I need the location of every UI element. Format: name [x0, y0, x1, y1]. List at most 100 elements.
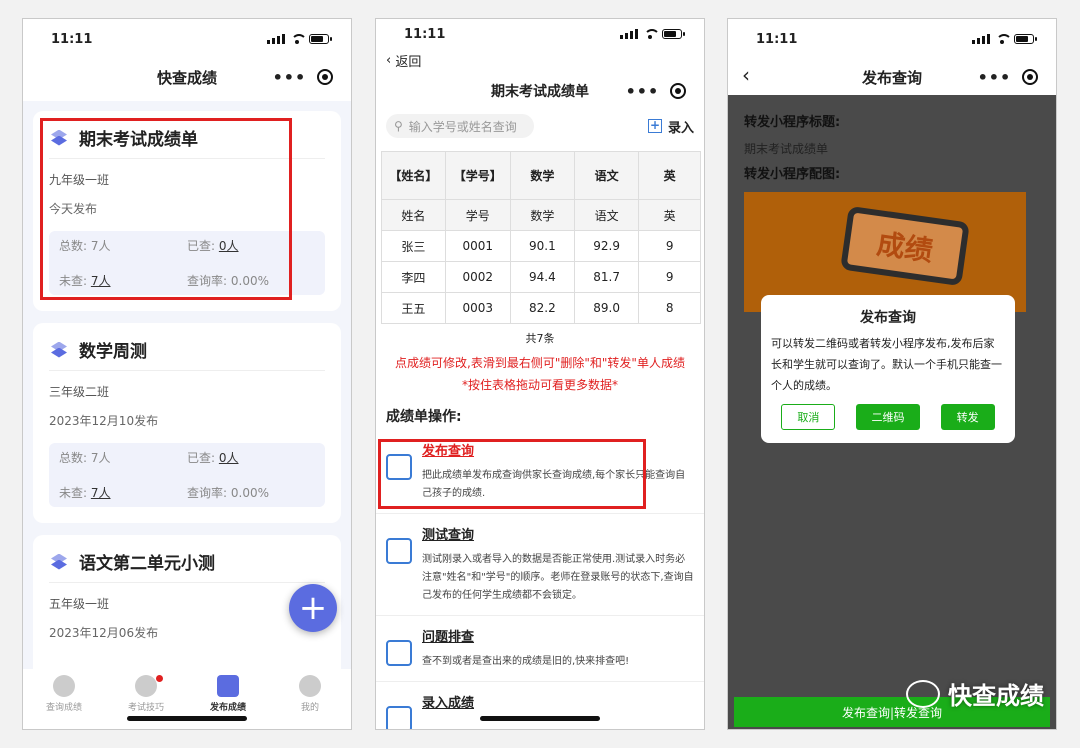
edit-hint: 点成绩可修改,表滑到最右侧可"删除"和"转发"单人成绩 [395, 356, 685, 370]
table-cell[interactable]: 0001 [444, 230, 511, 262]
column-header[interactable]: 【学号】 [444, 151, 511, 200]
test-query-option[interactable]: 测试查询 测试刚录入或者导入的数据是否能正常使用.测试录入时务必注意"姓名"和"学… [376, 514, 704, 616]
back-icon[interactable]: ‹ [742, 63, 750, 87]
add-label: 录入 [667, 120, 694, 136]
tab-query[interactable]: 查询成绩 [29, 675, 99, 729]
table-row: 张三 0001 90.1 92.9 9 [381, 230, 701, 262]
mini-program-capsule: ••• [972, 63, 1044, 91]
watermark-text: 快查成绩 [948, 682, 1044, 710]
layers-icon [49, 553, 69, 570]
table-cell[interactable]: 9 [638, 230, 701, 262]
mini-program-capsule: ••• [620, 77, 692, 105]
book-icon [135, 675, 157, 697]
tab-label: 考试技巧 [127, 703, 164, 713]
status-time: 11:11 [51, 31, 93, 47]
option-title: 测试查询 [422, 528, 475, 543]
status-time: 11:11 [404, 26, 446, 42]
qrcode-button[interactable]: 二维码 [855, 404, 920, 430]
phone-illustration: 成绩 [840, 205, 970, 287]
table-cell[interactable]: 82.2 [509, 292, 576, 324]
wifi-icon [643, 29, 660, 39]
table-cell[interactable]: 王五 [381, 292, 446, 324]
add-button[interactable]: + [289, 584, 337, 632]
table-cell[interactable]: 90.1 [509, 230, 576, 262]
score-table[interactable]: 【姓名】 【学号】 数学 语文 英 姓名 学号 数学 语文英 张三 0001 90.1 92… [376, 141, 701, 324]
more-icon[interactable]: ••• [626, 82, 660, 101]
table-cell[interactable]: 9 [638, 261, 701, 293]
more-icon[interactable]: ••• [978, 68, 1012, 87]
publish-dialog: 发布查询 可以转发二维码或者转发小程序发布,发布后家长和学生就可以查询了。默认一… [761, 295, 1015, 443]
phone-detail: 11:11 ‹ 返回 期末考试成绩单 ••• ⚲ 输入学号或姓名查询 + 录入 【姓… [375, 18, 705, 730]
table-header: 【姓名】 【学号】 数学 语文 英 [381, 151, 701, 200]
close-icon[interactable] [317, 69, 334, 85]
tab-label: 我的 [300, 703, 319, 713]
field-label: 转发小程序标题: [744, 115, 841, 130]
stat-unchecked[interactable]: 7人 [91, 486, 111, 500]
share-image[interactable]: 成绩 [744, 192, 1026, 312]
phone-publish: 11:11 ‹ 发布查询 ••• 转发小程序标题: 期末考试成绩单 转发小程序配… [727, 18, 1057, 730]
rocket-icon [217, 675, 239, 697]
highlight-box [378, 439, 646, 509]
back-label: 返回 [395, 54, 422, 70]
table-cell[interactable]: 92.9 [573, 230, 640, 262]
option-title: 问题排查 [422, 630, 475, 645]
watermark: 快查成绩 [906, 676, 1044, 711]
close-icon[interactable] [670, 83, 687, 99]
search-input[interactable]: ⚲ 输入学号或姓名查询 [386, 114, 534, 138]
field-label: 转发小程序配图: [744, 167, 841, 182]
row-count: 共7条 [525, 332, 555, 345]
tab-label: 查询成绩 [45, 703, 82, 713]
option-desc: 查不到或者是查出来的成绩是旧的,快来排查吧! [422, 656, 630, 667]
table-cell[interactable]: 94.4 [509, 261, 576, 293]
page-title: 发布查询 [861, 68, 922, 87]
layers-icon [49, 341, 69, 358]
wechat-icon [906, 679, 940, 708]
share-button[interactable]: 转发 [940, 404, 995, 430]
status-bar: 11:11 [728, 19, 1056, 59]
table-cell[interactable]: 81.7 [573, 261, 640, 293]
warning-icon [386, 640, 412, 666]
table-cell[interactable]: 89.0 [573, 292, 640, 324]
option-title: 录入成绩 [422, 696, 475, 711]
tab-label: 发布成绩 [209, 703, 246, 713]
troubleshoot-option[interactable]: 问题排查查不到或者是查出来的成绩是旧的,快来排查吧! [376, 616, 704, 682]
dialog-title: 发布查询 [860, 310, 916, 326]
more-icon[interactable]: ••• [273, 68, 307, 87]
add-record-button[interactable]: + 录入 [647, 117, 694, 136]
table-cell[interactable]: 张三 [381, 230, 446, 262]
plus-icon: + [647, 118, 662, 133]
card-class: 三年级二班 [49, 385, 110, 399]
column-header[interactable]: 数学 [509, 151, 576, 200]
highlight-box [40, 118, 292, 300]
search-icon: ⚲ [394, 119, 403, 133]
nav-bar: 快查成绩 ••• [23, 59, 351, 95]
battery-icon [662, 29, 685, 39]
mini-program-capsule: ••• [267, 63, 339, 91]
column-header[interactable]: 英 [638, 151, 701, 200]
stat-checked[interactable]: 0人 [219, 451, 239, 465]
status-bar: 11:11 [376, 19, 704, 49]
screenshot-collage: 11:11 快查成绩 ••• 期末考试成绩单 九年级一班 今天发布 总数: 7人… [0, 0, 1080, 748]
table-cell: 数学 [509, 199, 576, 231]
table-row: 李四 0002 94.4 81.7 9 [381, 261, 701, 293]
tab-me[interactable]: 我的 [275, 675, 345, 729]
close-icon[interactable] [1022, 69, 1039, 85]
table-cell[interactable]: 0002 [444, 261, 511, 293]
column-header[interactable]: 【姓名】 [381, 151, 446, 200]
table-cell[interactable]: 0003 [444, 292, 511, 324]
search-icon [53, 675, 75, 697]
table-row: 王五 0003 82.2 89.0 8 [381, 292, 701, 324]
edit-icon [386, 706, 412, 729]
table-cell[interactable]: 李四 [381, 261, 446, 293]
cancel-button[interactable]: 取消 [781, 404, 836, 430]
back-link[interactable]: ‹ 返回 [376, 49, 704, 71]
share-title-value[interactable]: 期末考试成绩单 [744, 140, 1040, 157]
enter-scores-option[interactable]: 录入成绩 [376, 682, 704, 729]
card-title: 数学周测 [79, 342, 147, 362]
card-date: 2023年12月10发布 [49, 414, 159, 428]
notification-dot [156, 675, 163, 682]
table-cell[interactable]: 8 [638, 292, 701, 324]
dialog-body: 可以转发二维码或者转发小程序发布,发布后家长和学生就可以查询了。默认一个手机只能… [771, 337, 1002, 392]
exam-card[interactable]: 数学周测 三年级二班 2023年12月10发布 总数: 7人 已查: 0人 未查… [33, 323, 341, 523]
column-header[interactable]: 语文 [573, 151, 640, 200]
